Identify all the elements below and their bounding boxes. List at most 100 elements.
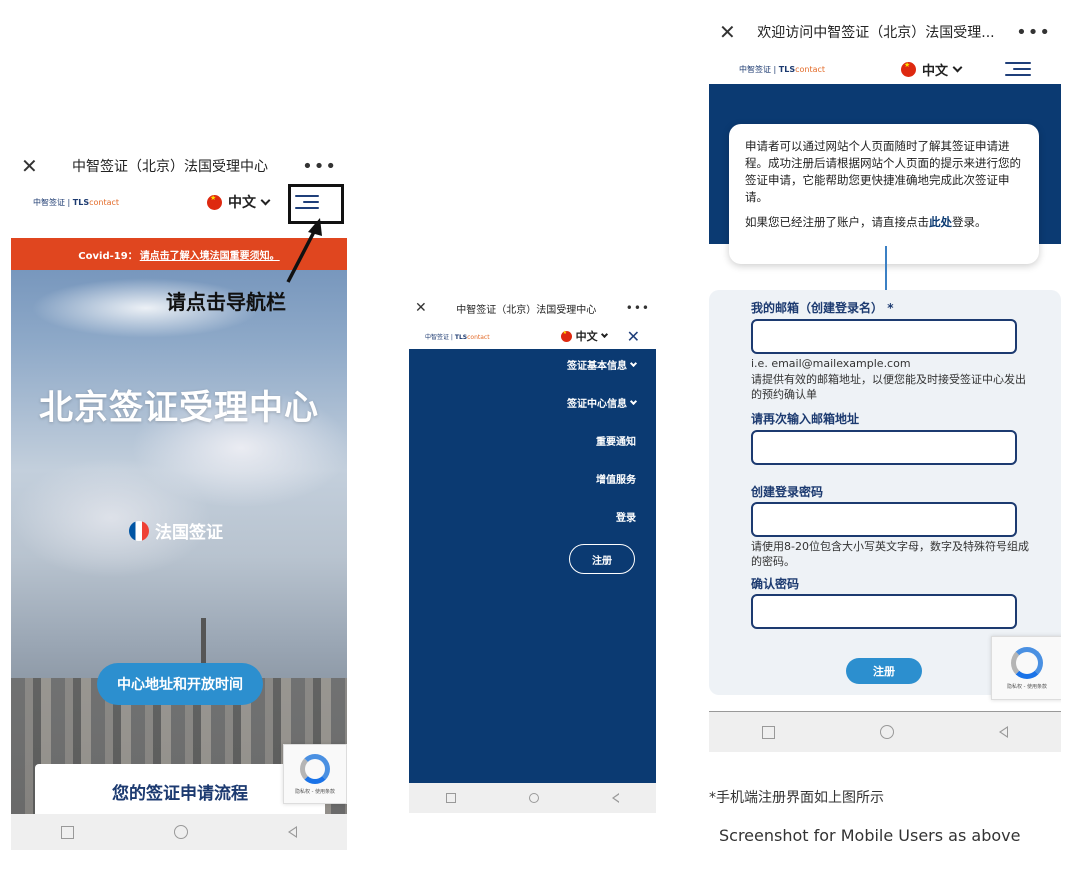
site-logo[interactable]: 中智签证 | TLScontact [33, 197, 119, 208]
site-logo[interactable]: 中智签证 | TLScontact [739, 64, 825, 75]
password-confirm-label: 确认密码 [751, 577, 800, 591]
language-label: 中文 [921, 63, 948, 79]
tooltip-pointer [885, 246, 887, 292]
close-icon[interactable]: ✕ [719, 20, 736, 44]
menu-item-basic-info[interactable]: 签证基本信息 [567, 357, 638, 372]
back-icon[interactable] [288, 826, 297, 838]
email-confirm-field[interactable] [751, 430, 1017, 465]
menu-item-login[interactable]: 登录 [616, 509, 636, 524]
nav-hint-annotation: 请点击导航栏 [166, 290, 286, 314]
china-flag-icon [560, 330, 572, 342]
logo-tls: TLS [454, 333, 468, 341]
hero-subtitle: 法国签证 [129, 518, 223, 543]
close-icon[interactable]: ✕ [21, 154, 38, 178]
browser-top-bar: ✕ 中智签证（北京）法国受理中心 ••• [409, 293, 656, 323]
email-confirm-label: 请再次输入邮箱地址 [751, 412, 860, 426]
email-field[interactable] [751, 319, 1017, 354]
language-label: 中文 [575, 330, 598, 343]
browser-title: 欢迎访问中智签证（北京）法国受理... [757, 25, 995, 41]
chevron-down-icon [629, 359, 638, 367]
caption-english: Screenshot for Mobile Users as above [719, 826, 1021, 845]
chevron-down-icon [600, 330, 608, 339]
more-icon[interactable]: ••• [302, 156, 337, 177]
android-nav-bar [409, 783, 656, 813]
language-label: 中文 [228, 195, 256, 211]
china-flag-icon [207, 194, 222, 210]
browser-title: 中智签证（北京）法国受理中心 [456, 304, 597, 316]
tooltip-login-text: 如果您已经注册了账户，请直接点击此处登录。 [745, 214, 1023, 231]
android-nav-bar [11, 814, 347, 850]
tooltip-text: 申请者可以通过网站个人页面随时了解其签证申请进程。成功注册后请根据网站个人页面的… [745, 139, 1021, 204]
android-nav-bar [709, 712, 1061, 752]
hamburger-menu-icon[interactable] [1005, 62, 1031, 76]
browser-title: 中智签证（北京）法国受理中心 [71, 159, 268, 175]
chevron-down-icon [260, 195, 271, 205]
pointer-arrow-icon [286, 218, 322, 283]
login-here-link[interactable]: 此处 [929, 215, 952, 229]
home-icon[interactable] [528, 793, 539, 803]
covid-link[interactable]: 请点击了解入境法国重要须知。 [140, 247, 280, 262]
covid-label: Covid-19： [78, 250, 138, 262]
recaptcha-text: 隐私权 - 使用条款 [1007, 683, 1047, 690]
browser-top-bar: ✕ 欢迎访问中智签证（北京）法国受理... ••• [709, 14, 1061, 50]
logo-contact: contact [467, 333, 490, 341]
site-logo[interactable]: 中智签证 | TLScontact [425, 332, 490, 341]
chevron-down-icon [629, 397, 638, 405]
logo-contact: contact [795, 64, 826, 74]
password-label: 创建登录密码 [751, 485, 824, 499]
caption-chinese: *手机端注册界面如上图所示 [709, 790, 884, 806]
recaptcha-badge[interactable]: 隐私权 - 使用条款 [283, 744, 347, 804]
email-label-text: 我的邮箱（创建登录名） [751, 301, 884, 315]
close-icon[interactable]: ✕ [415, 300, 427, 316]
password-help-text: 请使用8-20位包含大小写英文字母，数字及特殊符号组成的密码。 [751, 540, 1029, 568]
hero-title: 北京签证受理中心 [39, 388, 319, 428]
tooltip-login-suffix: 登录。 [952, 215, 987, 229]
process-card: 您的签证申请流程 [35, 764, 325, 818]
recaptcha-icon [300, 753, 330, 784]
close-menu-icon[interactable]: ✕ [627, 327, 640, 346]
china-flag-icon [900, 61, 916, 77]
logo-prefix: 中智签证 [739, 64, 771, 74]
logo-tls: TLS [72, 197, 90, 207]
hero-subtitle-text: 法国签证 [155, 523, 223, 543]
menu-item-center-info[interactable]: 签证中心信息 [567, 395, 638, 410]
password-confirm-field[interactable] [751, 594, 1017, 629]
browser-top-bar: ✕ 中智签证（北京）法国受理中心 ••• [11, 148, 347, 184]
logo-prefix: 中智签证 [33, 197, 65, 207]
recent-apps-icon[interactable] [61, 825, 74, 839]
email-help-text: 请提供有效的邮箱地址，以便您能及时接受签证中心发出的预约确认单 [751, 373, 1026, 401]
recent-apps-icon[interactable] [445, 793, 456, 803]
password-field[interactable] [751, 502, 1017, 537]
phone-screen-register: ✕ 欢迎访问中智签证（北京）法国受理... ••• 中智签证 | TLScont… [709, 14, 1061, 752]
menu-item-notice[interactable]: 重要通知 [596, 433, 636, 448]
site-header: 中智签证 | TLScontact 中文 ✕ [409, 323, 656, 349]
logo-prefix: 中智签证 [425, 333, 450, 341]
more-icon[interactable]: ••• [626, 301, 650, 315]
menu-item-value-added[interactable]: 增值服务 [596, 471, 636, 486]
nav-menu-panel: 签证基本信息 签证中心信息 重要通知 增值服务 登录 注册 [409, 349, 656, 783]
logo-tls: TLS [778, 64, 796, 74]
logo-contact: contact [89, 197, 120, 207]
recaptcha-text: 隐私权 - 使用条款 [295, 788, 335, 795]
email-example: i.e. email@mailexample.com [751, 357, 911, 370]
language-selector[interactable]: 中文 [207, 192, 271, 212]
registration-info-tooltip: 申请者可以通过网站个人页面随时了解其签证申请进程。成功注册后请根据网站个人页面的… [729, 124, 1039, 264]
register-button[interactable]: 注册 [569, 544, 635, 574]
tooltip-login-prefix: 如果您已经注册了账户，请直接点击 [745, 215, 929, 229]
back-icon[interactable] [612, 793, 621, 803]
register-submit-button[interactable]: 注册 [846, 658, 922, 684]
recent-apps-icon[interactable] [761, 725, 775, 739]
menu-item-label: 签证中心信息 [567, 399, 627, 410]
language-selector[interactable]: 中文 [900, 60, 963, 79]
back-icon[interactable] [999, 726, 1009, 738]
france-flag-icon [129, 520, 149, 541]
chevron-down-icon [952, 62, 963, 72]
language-selector[interactable]: 中文 [560, 328, 608, 344]
more-icon[interactable]: ••• [1016, 22, 1051, 43]
phone-screen-menu: ✕ 中智签证（北京）法国受理中心 ••• 中智签证 | TLScontact 中… [409, 293, 656, 813]
menu-item-label: 签证基本信息 [567, 361, 627, 372]
home-icon[interactable] [174, 825, 188, 839]
recaptcha-badge[interactable]: 隐私权 - 使用条款 [991, 636, 1061, 700]
center-address-button[interactable]: 中心地址和开放时间 [97, 663, 263, 705]
home-icon[interactable] [879, 725, 894, 739]
